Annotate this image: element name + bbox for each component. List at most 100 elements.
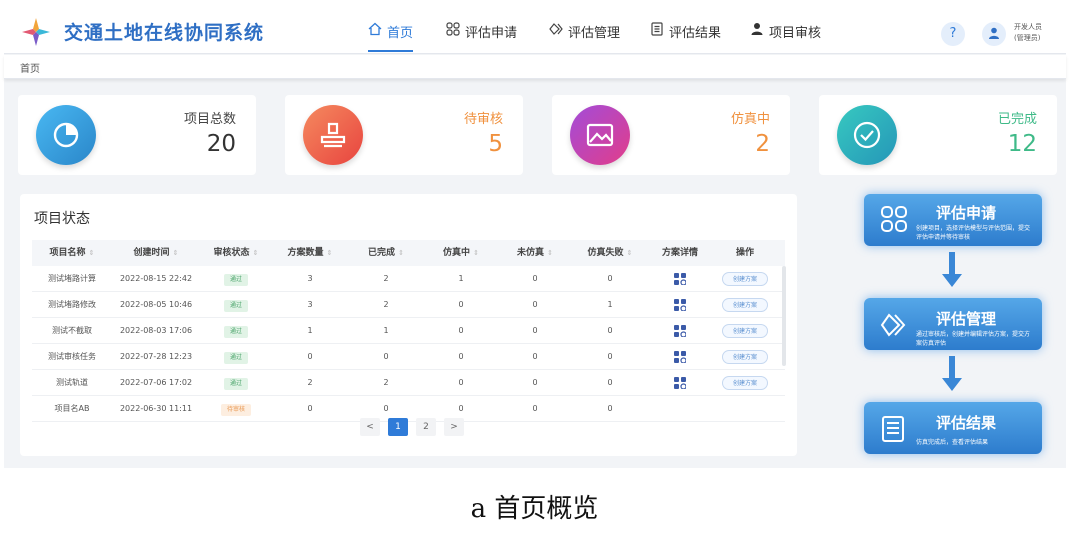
image-icon <box>570 105 630 165</box>
pie-chart-icon <box>36 105 96 165</box>
stat-card-completed: 已完成 12 <box>819 95 1057 175</box>
column-header-status[interactable]: 审核状态 ⇕ <box>200 240 272 266</box>
column-header-running[interactable]: 仿真中 ⇕ <box>424 240 498 266</box>
flow-step-desc: 仿真完成后，查看评估结果 <box>916 439 989 446</box>
page-button-2[interactable]: 2 <box>416 418 436 436</box>
create-plan-button[interactable]: 创建方案 <box>721 376 768 390</box>
page-button-1[interactable]: 1 <box>388 418 408 436</box>
create-plan-button[interactable]: 创建方案 <box>721 298 768 312</box>
plan-detail-icon[interactable] <box>674 350 686 363</box>
arrow-down-icon <box>942 252 962 287</box>
cell-done: 2 <box>383 300 389 309</box>
cell-time: 2022-07-28 12:23 <box>119 352 193 361</box>
flow-step-result[interactable]: 评估结果 仿真完成后，查看评估结果 <box>864 402 1042 454</box>
cell-notrun: 0 <box>532 274 538 283</box>
app-window: 交通土地在线协同系统 首页 评估申请 评估管理 评估结果 项目审核 ? 开发人员… <box>4 0 1066 468</box>
stat-label: 待审核 <box>463 112 503 127</box>
cell-name: 测试不截取 <box>52 326 92 335</box>
flow-step-manage[interactable]: 评估管理 通过审核后，创建并编辑评估方案，提交方案仿真评估 <box>864 298 1042 350</box>
stamp-icon <box>303 105 363 165</box>
table-scrollbar[interactable] <box>782 266 786 366</box>
cell-running: 1 <box>458 274 464 283</box>
cell-time: 2022-08-15 22:42 <box>119 274 193 283</box>
nav-item-evaluation-apply[interactable]: 评估申请 <box>446 22 517 52</box>
flow-step-apply[interactable]: 评估申请 创建项目，选择评估模型与评估范围，提交评估申请并等待审核 <box>864 194 1042 246</box>
cell-detail[interactable] <box>648 370 712 396</box>
cell-failed: 0 <box>607 378 613 387</box>
cell-status: 通过 <box>200 318 272 344</box>
column-header-plans[interactable]: 方案数量 ⇕ <box>272 240 348 266</box>
stat-label: 项目总数 <box>183 112 236 127</box>
nav-item-evaluation-result[interactable]: 评估结果 <box>650 22 721 52</box>
cell-detail[interactable] <box>648 266 712 292</box>
cell-detail[interactable] <box>648 318 712 344</box>
check-circle-icon <box>837 105 897 165</box>
column-header-failed[interactable]: 仿真失败 ⇕ <box>572 240 648 266</box>
cell-failed: 0 <box>607 404 613 413</box>
create-plan-button[interactable]: 创建方案 <box>721 350 768 364</box>
plan-detail-icon[interactable] <box>674 324 686 337</box>
cell-status: 通过 <box>200 344 272 370</box>
nav-label: 评估管理 <box>568 26 621 41</box>
prev-page-button[interactable]: < <box>360 418 380 436</box>
sort-icon: ⇕ <box>547 249 554 257</box>
cell-name: 测试堵路计算 <box>48 274 96 283</box>
create-plan-button[interactable]: 创建方案 <box>721 272 768 286</box>
cell-running: 0 <box>458 352 464 361</box>
cell-done: 0 <box>383 352 389 361</box>
project-table: 项目名称 ⇕ 创建时间 ⇕ 审核状态 ⇕ 方案数量 ⇕ 已完成 ⇕ 仿真中 ⇕ … <box>32 240 785 422</box>
user-icon <box>750 22 764 40</box>
help-icon: ? <box>949 26 957 41</box>
next-page-button[interactable]: > <box>444 418 464 436</box>
user-name: 开发人员 <box>1014 23 1042 31</box>
breadcrumb-bar: 首页 <box>4 55 1066 79</box>
stat-card-total: 项目总数 20 <box>18 95 256 175</box>
cell-status: 通过 <box>200 370 272 396</box>
stat-value: 5 <box>488 131 503 157</box>
table-row: 测试堵路计算 2022-08-15 22:42 通过 3 2 1 0 0 创建方案 <box>32 266 785 292</box>
status-badge: 通过 <box>223 352 248 364</box>
column-header-done[interactable]: 已完成 ⇕ <box>348 240 424 266</box>
stat-value: 20 <box>206 131 236 157</box>
column-header-detail: 方案详情 <box>661 248 698 258</box>
cell-time: 2022-08-05 10:46 <box>119 300 193 309</box>
diamond-icon <box>549 22 563 40</box>
user-info[interactable]: 开发人员 (管理员) <box>1014 22 1042 44</box>
cell-plans: 3 <box>307 274 313 283</box>
column-header-time[interactable]: 创建时间 ⇕ <box>112 240 200 266</box>
nav-item-evaluation-manage[interactable]: 评估管理 <box>549 22 620 52</box>
nav-label: 项目审核 <box>769 26 822 41</box>
cell-failed: 1 <box>607 300 613 309</box>
nav-item-project-review[interactable]: 项目审核 <box>750 22 821 52</box>
cell-detail <box>648 396 712 422</box>
plan-detail-icon[interactable] <box>674 376 686 389</box>
cell-failed: 0 <box>607 274 613 283</box>
table-row: 测试轨道 2022-07-06 17:02 通过 2 2 0 0 0 创建方案 <box>32 370 785 396</box>
nav-item-home[interactable]: 首页 <box>368 22 414 52</box>
cell-detail[interactable] <box>648 344 712 370</box>
cell-action: 创建方案 <box>712 292 778 318</box>
cell-name: 项目名AB <box>54 404 90 413</box>
cell-action: 创建方案 <box>712 318 778 344</box>
cell-detail[interactable] <box>648 292 712 318</box>
panel-title: 项目状态 <box>34 211 90 227</box>
breadcrumb[interactable]: 首页 <box>20 60 40 75</box>
table-header-row: 项目名称 ⇕ 创建时间 ⇕ 审核状态 ⇕ 方案数量 ⇕ 已完成 ⇕ 仿真中 ⇕ … <box>32 240 785 266</box>
plan-detail-icon[interactable] <box>674 272 686 285</box>
create-plan-button[interactable]: 创建方案 <box>721 324 768 338</box>
column-header-name[interactable]: 项目名称 ⇕ <box>32 240 112 266</box>
sort-icon: ⇕ <box>172 249 179 257</box>
cell-plans: 0 <box>307 352 313 361</box>
grid-icon <box>881 206 907 232</box>
project-status-panel: 项目状态 项目名称 ⇕ 创建时间 ⇕ 审核状态 ⇕ 方案数量 ⇕ 已完成 ⇕ 仿… <box>20 194 797 456</box>
cell-name: 测试轨道 <box>56 378 88 387</box>
plan-detail-icon[interactable] <box>674 298 686 311</box>
stat-label: 已完成 <box>997 112 1037 127</box>
cell-status: 待审核 <box>200 396 272 422</box>
help-button[interactable]: ? <box>941 22 965 46</box>
app-title: 交通土地在线协同系统 <box>64 22 265 44</box>
user-avatar[interactable] <box>982 22 1006 46</box>
user-icon <box>989 27 999 39</box>
column-header-notrun[interactable]: 未仿真 ⇕ <box>498 240 572 266</box>
home-icon <box>368 22 382 40</box>
